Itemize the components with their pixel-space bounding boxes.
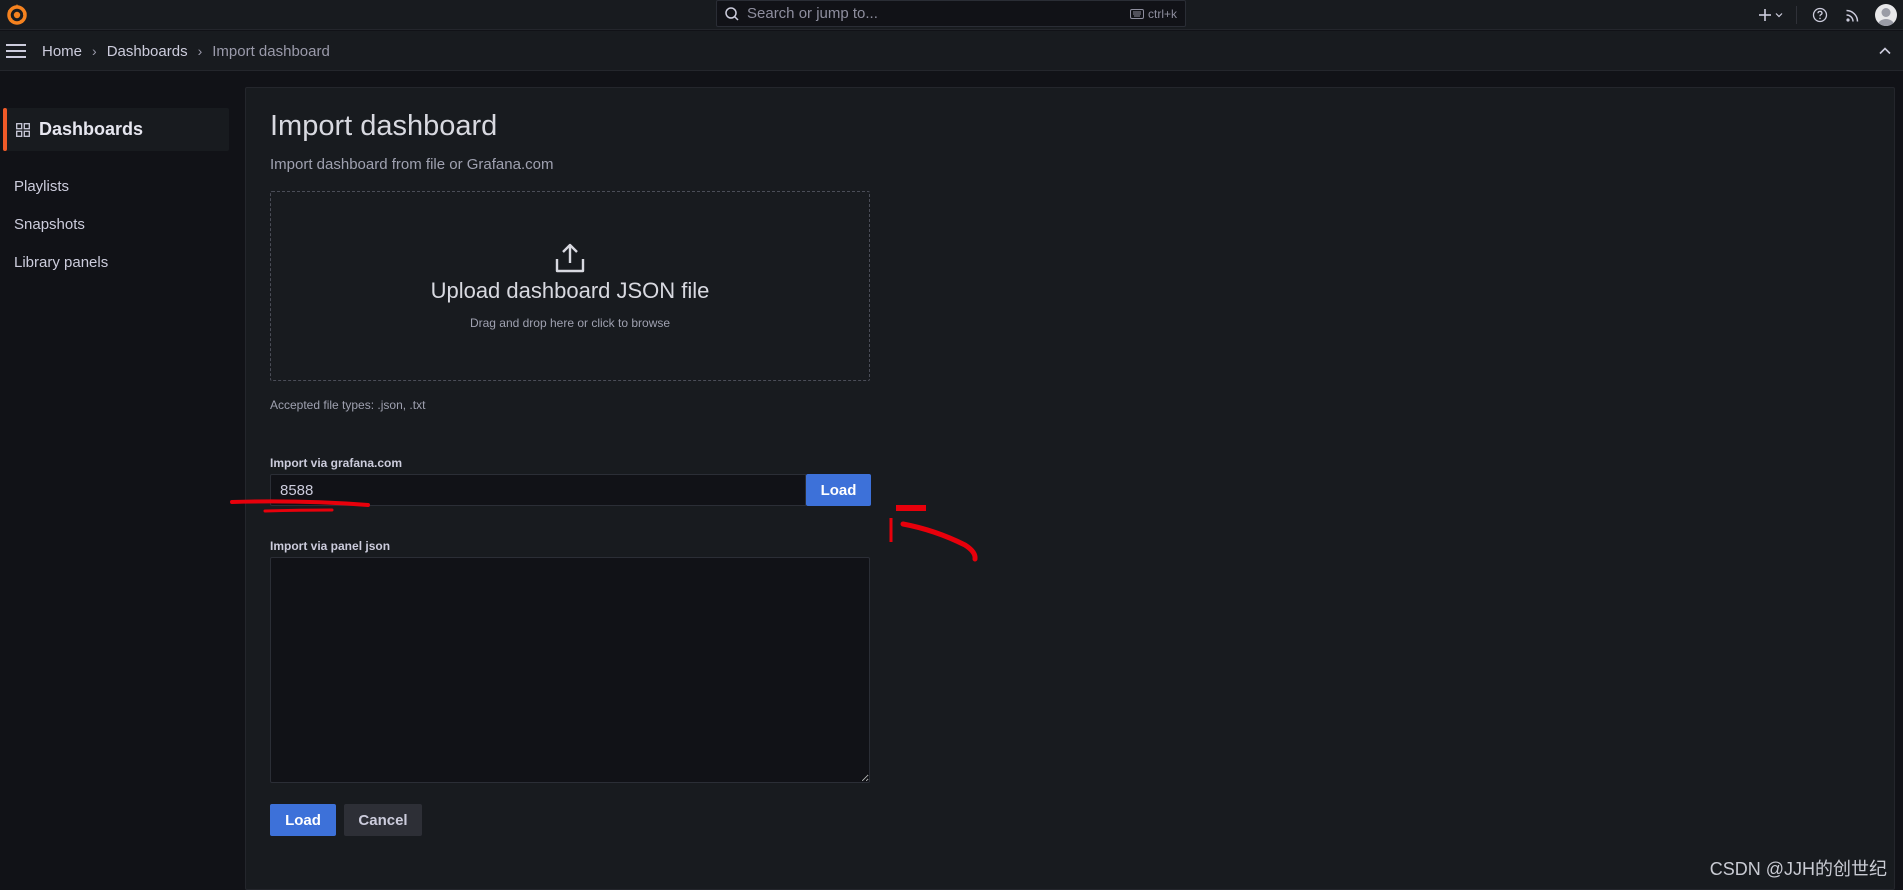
search-shortcut: ctrl+k xyxy=(1129,6,1177,21)
load-button[interactable]: Load xyxy=(270,804,336,836)
top-bar: Search or jump to... ctrl+k xyxy=(0,0,1903,30)
grafana-com-id-input[interactable] xyxy=(270,474,806,506)
search-icon xyxy=(717,0,747,27)
section-nav-title: Dashboards xyxy=(39,119,144,139)
grafana-com-load-button[interactable]: Load xyxy=(806,474,871,506)
upload-dropzone[interactable]: Upload dashboard JSON file Drag and drop… xyxy=(270,191,870,381)
plus-icon xyxy=(1759,9,1771,21)
active-indicator xyxy=(3,108,7,151)
menu-toggle-icon[interactable] xyxy=(6,44,26,58)
breadcrumb-separator-icon: › xyxy=(197,43,203,59)
top-right-actions xyxy=(1754,0,1903,30)
cancel-button[interactable]: Cancel xyxy=(344,804,422,836)
news-button[interactable] xyxy=(1835,0,1869,30)
watermark: CSDN @JJH的创世纪 xyxy=(1709,859,1887,879)
user-icon xyxy=(1878,8,1894,26)
help-icon xyxy=(1812,7,1828,23)
sidebar-item-snapshots[interactable]: Snapshots xyxy=(14,216,85,233)
section-nav-header[interactable]: Dashboards xyxy=(3,108,229,151)
search-bar[interactable]: Search or jump to... ctrl+k xyxy=(716,0,1186,27)
keyboard-icon xyxy=(1129,8,1144,19)
breadcrumb: Home › Dashboards › Import dashboard xyxy=(42,31,330,71)
rss-icon xyxy=(1845,9,1858,22)
page-subtitle: Import dashboard from file or Grafana.co… xyxy=(270,156,554,173)
divider xyxy=(1796,6,1797,24)
chevron-up-icon[interactable] xyxy=(1877,43,1893,59)
grafana-com-label: Import via grafana.com xyxy=(270,456,403,470)
help-button[interactable] xyxy=(1805,0,1835,30)
grafana-logo-icon[interactable] xyxy=(3,1,31,29)
breadcrumb-home[interactable]: Home xyxy=(42,43,82,60)
panel-json-label: Import via panel json xyxy=(270,539,391,553)
breadcrumb-separator-icon: › xyxy=(92,43,97,59)
section-nav: Dashboards Playlists Snapshots Library p… xyxy=(0,72,236,890)
apps-icon xyxy=(16,122,30,137)
breadcrumb-bar: Home › Dashboards › Import dashboard xyxy=(0,31,1903,71)
new-menu-button[interactable] xyxy=(1754,0,1788,30)
breadcrumb-dashboards[interactable]: Dashboards xyxy=(107,43,188,60)
panel-json-textarea[interactable] xyxy=(270,557,870,783)
user-avatar[interactable] xyxy=(1875,4,1897,26)
page-content: Import dashboard Import dashboard from f… xyxy=(245,87,1895,890)
search-shortcut-text: ctrl+k xyxy=(1147,6,1177,21)
sidebar-item-library-panels[interactable]: Library panels xyxy=(14,254,108,271)
chevron-down-icon xyxy=(1775,13,1783,18)
page-title: Import dashboard xyxy=(270,110,498,142)
upload-title: Upload dashboard JSON file xyxy=(430,278,710,303)
upload-icon xyxy=(553,242,587,277)
breadcrumb-current: Import dashboard xyxy=(212,42,330,60)
accepted-file-types: Accepted file types: .json, .txt xyxy=(270,398,426,412)
upload-hint: Drag and drop here or click to browse xyxy=(469,316,671,330)
search-placeholder: Search or jump to... xyxy=(747,5,878,22)
sidebar-item-playlists[interactable]: Playlists xyxy=(14,178,69,195)
